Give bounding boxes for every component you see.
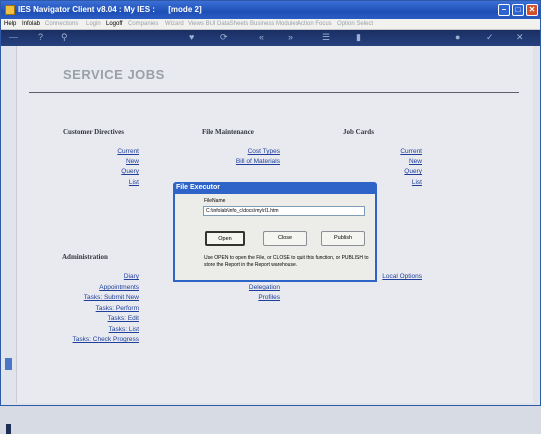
heart-icon[interactable]: ♥ bbox=[189, 32, 194, 42]
file-maintenance-heading: File Maintenance bbox=[202, 128, 254, 136]
window-title: IES Navigator Client v8.04 : My IES : [m… bbox=[18, 5, 202, 14]
check-icon[interactable]: ✓ bbox=[486, 32, 494, 43]
menu-connections: Connections bbox=[45, 21, 79, 27]
tasks-perform-link[interactable]: Tasks: Perform bbox=[96, 305, 139, 312]
filename-input[interactable]: C:\infolab\info_c\docs\my\rl1.htm bbox=[203, 206, 365, 216]
forward-icon[interactable]: » bbox=[288, 32, 293, 42]
jc-new-link[interactable]: New bbox=[409, 158, 422, 165]
menu-infolab[interactable]: Infolab bbox=[22, 21, 40, 27]
minimize-button[interactable]: – bbox=[498, 4, 510, 16]
user-icon[interactable]: ● bbox=[455, 32, 460, 42]
close-window-button[interactable]: ✕ bbox=[526, 4, 538, 16]
delegation-link[interactable]: Delegation bbox=[249, 284, 280, 291]
appointments-link[interactable]: Appointments bbox=[99, 284, 139, 291]
customer-directives-heading: Customer Directives bbox=[63, 128, 124, 136]
key-icon[interactable]: ⎯⎯ bbox=[9, 32, 18, 43]
administration-heading: Administration bbox=[62, 253, 108, 261]
cd-current-link[interactable]: Current bbox=[117, 148, 139, 155]
jc-query-link[interactable]: Query bbox=[404, 168, 422, 175]
panel-handle[interactable] bbox=[6, 424, 11, 434]
dialog-title: File Executor bbox=[176, 184, 220, 191]
menu-icon[interactable]: ☰ bbox=[322, 32, 330, 43]
tasks-check-progress-link[interactable]: Tasks: Check Progress bbox=[73, 336, 139, 343]
cost-types-link[interactable]: Cost Types bbox=[248, 148, 280, 155]
title-bar: IES Navigator Client v8.04 : My IES : [m… bbox=[1, 1, 540, 19]
cd-new-link[interactable]: New bbox=[126, 158, 139, 165]
menu-wizard: Wizard bbox=[165, 21, 184, 27]
left-panel-strip bbox=[1, 46, 17, 434]
menu-action-focus: Action Focus bbox=[297, 21, 332, 27]
back-icon[interactable]: « bbox=[259, 32, 264, 42]
clipboard-icon[interactable]: ▮ bbox=[356, 32, 361, 43]
app-icon bbox=[5, 5, 15, 15]
app-window: IES Navigator Client v8.04 : My IES : [m… bbox=[0, 0, 541, 434]
filename-label: FileName bbox=[204, 198, 226, 204]
menu-help[interactable]: Help bbox=[4, 21, 16, 27]
close-icon[interactable]: ✕ bbox=[516, 32, 524, 43]
cd-query-link[interactable]: Query bbox=[121, 168, 139, 175]
menu-login: Login bbox=[86, 21, 101, 27]
page-title: SERVICE JOBS bbox=[63, 67, 165, 82]
dialog-body: FileName C:\infolab\info_c\docs\my\rl1.h… bbox=[175, 194, 375, 280]
tasks-submit-new-link[interactable]: Tasks: Submit New bbox=[84, 294, 139, 301]
file-executor-dialog: File Executor FileName C:\infolab\info_c… bbox=[173, 182, 377, 282]
diary-link[interactable]: Diary bbox=[124, 273, 139, 280]
panel-tab[interactable] bbox=[5, 358, 12, 370]
local-options-link[interactable]: Local Options bbox=[382, 273, 422, 280]
menu-views-bui: Views BUI bbox=[188, 21, 216, 27]
divider bbox=[29, 92, 519, 93]
bill-of-materials-link[interactable]: Bill of Materials bbox=[236, 158, 280, 165]
profiles-link[interactable]: Profiles bbox=[258, 294, 280, 301]
refresh-icon[interactable]: ⟳ bbox=[220, 32, 228, 43]
toolbar: ⎯⎯ ? ⚲ ♥ ⟳ « » ☰ ▮ ● ✓ ✕ bbox=[1, 30, 540, 46]
menu-companies: Companies bbox=[128, 21, 159, 27]
menu-option-select: Option Select bbox=[337, 21, 374, 27]
menu-logoff[interactable]: Logoff bbox=[106, 21, 123, 27]
help-icon[interactable]: ? bbox=[38, 32, 43, 42]
publish-button[interactable]: Publish bbox=[321, 231, 365, 246]
maximize-button[interactable]: □ bbox=[512, 4, 524, 16]
jc-list-link[interactable]: List bbox=[412, 179, 422, 186]
dialog-message: Use OPEN to open the File, or CLOSE to q… bbox=[204, 255, 369, 268]
cd-list-link[interactable]: List bbox=[129, 179, 139, 186]
menu-bar: Help Infolab Connections Login Logoff Co… bbox=[1, 19, 540, 30]
tasks-edit-link[interactable]: Tasks: Edit bbox=[108, 315, 139, 322]
menu-business-modules: Business Modules bbox=[250, 21, 299, 27]
tasks-list-link[interactable]: Tasks: List bbox=[109, 326, 139, 333]
job-cards-heading: Job Cards bbox=[343, 128, 374, 136]
search-icon[interactable]: ⚲ bbox=[61, 32, 68, 43]
close-button[interactable]: Close bbox=[263, 231, 307, 246]
menu-datasheets: DataSheets bbox=[217, 21, 249, 27]
open-button[interactable]: Open bbox=[205, 231, 245, 246]
jc-current-link[interactable]: Current bbox=[400, 148, 422, 155]
